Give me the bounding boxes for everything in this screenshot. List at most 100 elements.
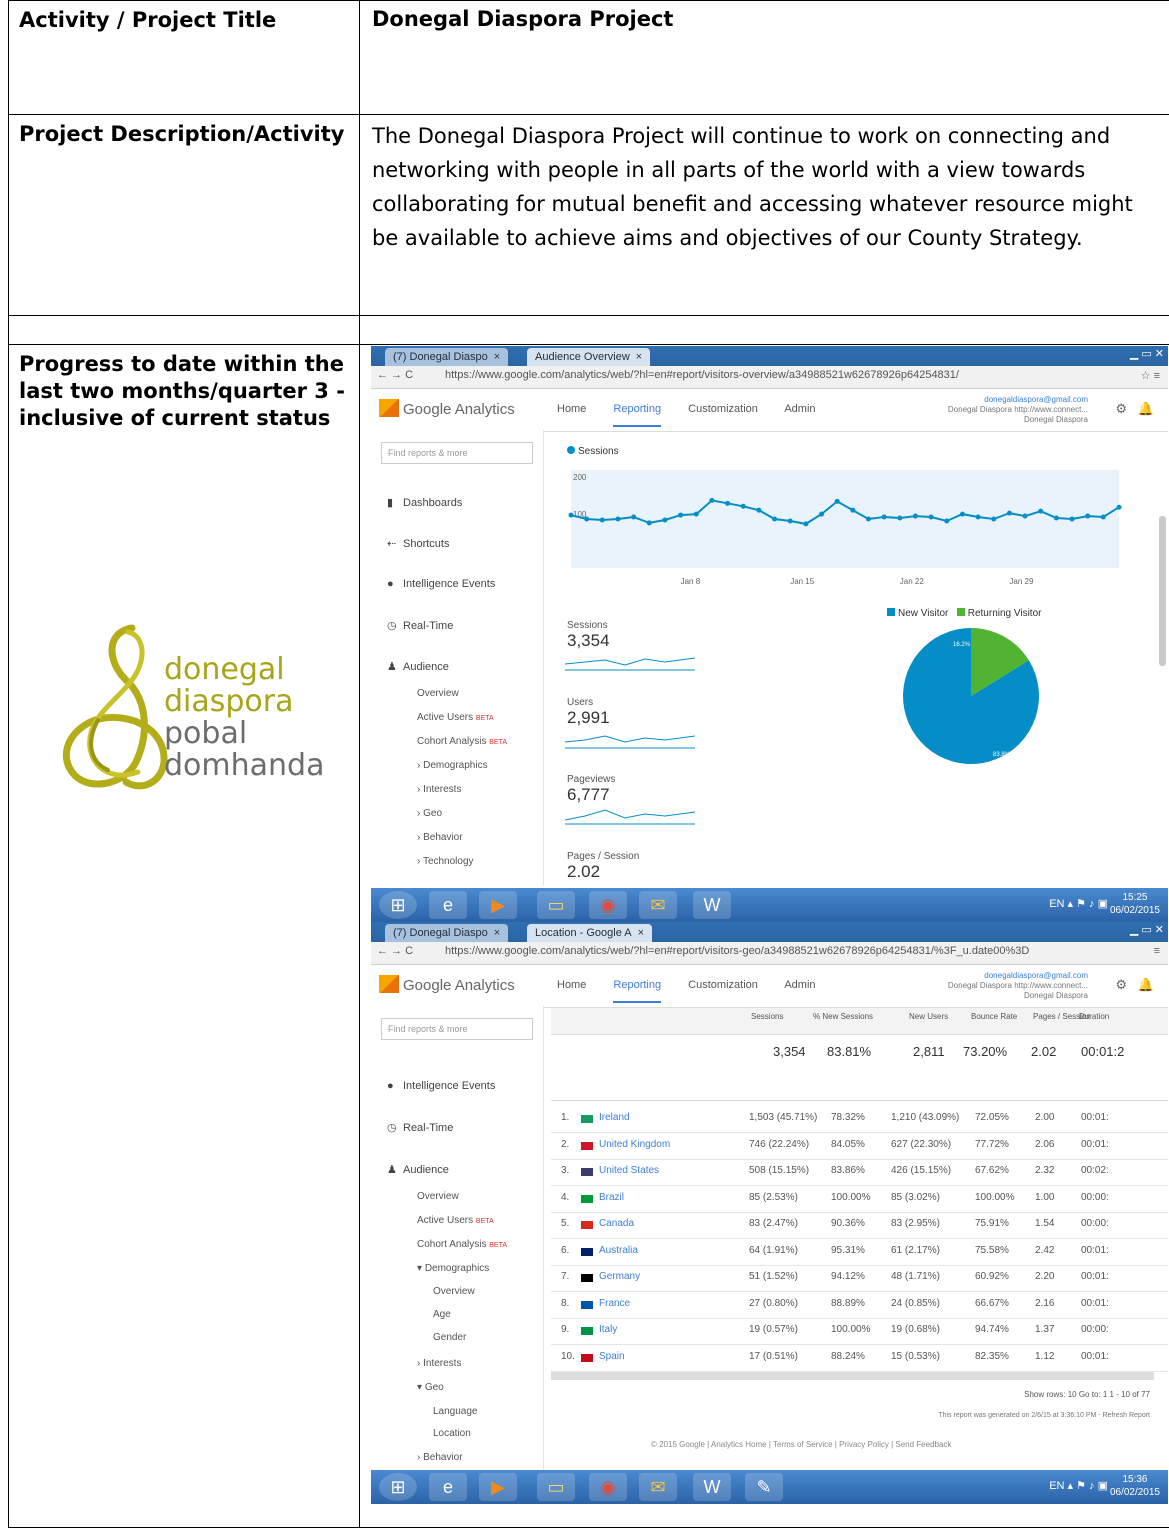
menu-reporting[interactable]: Reporting xyxy=(613,979,662,1003)
sidebar-sub-interests[interactable]: › Interests xyxy=(417,784,461,795)
table-row[interactable]: 6. Australia 64 (1.91%) 95.31% 61 (2.17%) 75.… xyxy=(551,1239,1168,1266)
sidebar-item-intelligence[interactable]: ● Intelligence Events xyxy=(387,578,495,590)
folder-icon[interactable]: ▭ xyxy=(537,1473,575,1501)
sidebar-sub-active-users[interactable]: Active Users BETA xyxy=(417,1215,494,1226)
sessions-point[interactable] xyxy=(678,512,684,518)
sidebar-item-audience[interactable]: ♟ Audience xyxy=(387,1163,449,1176)
menu-admin[interactable]: Admin xyxy=(784,403,815,415)
sidebar-sub-age[interactable]: Age xyxy=(433,1309,451,1320)
sidebar-sub-demographics[interactable]: › Demographics xyxy=(417,760,488,771)
ga-logo[interactable]: Google Analytics xyxy=(379,399,515,418)
sessions-point[interactable] xyxy=(1069,516,1075,522)
sidebar-sub-behavior[interactable]: › Behavior xyxy=(417,1452,463,1463)
system-tray[interactable]: EN ▴ ⚑ ♪ ▣ xyxy=(1049,897,1108,910)
clock[interactable]: 15:25 06/02/2015 xyxy=(1110,891,1160,917)
sidebar-item-realtime[interactable]: ◷ Real-Time xyxy=(387,1121,453,1134)
sessions-point[interactable] xyxy=(1006,510,1012,516)
sessions-point[interactable] xyxy=(1116,504,1122,510)
table-row[interactable]: 8. France 27 (0.80%) 88.89% 24 (0.85%) 66.67%… xyxy=(551,1292,1168,1319)
sidebar-sub-cohort[interactable]: Cohort Analysis BETA xyxy=(417,736,507,747)
sessions-point[interactable] xyxy=(740,503,746,509)
table-row[interactable]: 3. United States 508 (15.15%) 83.86% 426 (15… xyxy=(551,1159,1168,1186)
sessions-point[interactable] xyxy=(1038,508,1044,514)
sessions-point[interactable] xyxy=(1085,513,1091,519)
nav-arrows-icon[interactable]: ← → C xyxy=(377,369,413,381)
close-icon[interactable]: × xyxy=(638,927,644,939)
chrome-icon[interactable]: ◉ xyxy=(589,1473,627,1501)
browser-tab-location[interactable]: Location - Google A × xyxy=(527,924,653,942)
address-bar[interactable]: ← → C https://www.google.com/analytics/w… xyxy=(371,366,1168,389)
sessions-point[interactable] xyxy=(850,507,856,513)
sidebar-sub-location[interactable]: Location xyxy=(433,1428,471,1439)
start-icon[interactable]: ⊞ xyxy=(379,891,417,919)
sidebar-sub-gender[interactable]: Gender xyxy=(433,1332,466,1343)
col-sessions[interactable]: Sessions xyxy=(751,1012,783,1021)
menu-admin[interactable]: Admin xyxy=(784,979,815,991)
menu-customization[interactable]: Customization xyxy=(688,979,758,991)
sidebar-item-intelligence[interactable]: ● Intelligence Events xyxy=(387,1080,495,1092)
sessions-point[interactable] xyxy=(584,516,590,522)
menu-home[interactable]: Home xyxy=(557,403,586,415)
nav-arrows-icon[interactable]: ← → C xyxy=(377,945,413,957)
cell-country[interactable]: France xyxy=(599,1298,630,1309)
cell-country[interactable]: United Kingdom xyxy=(599,1139,670,1150)
cell-country[interactable]: Ireland xyxy=(599,1112,630,1123)
sessions-point[interactable] xyxy=(865,516,871,522)
sessions-point[interactable] xyxy=(756,507,762,513)
window-controls[interactable]: ▁ ▭ ✕ xyxy=(1130,347,1164,360)
sidebar-sub-language[interactable]: Language xyxy=(433,1406,478,1417)
media-icon[interactable]: ▶ xyxy=(479,891,517,919)
account-info[interactable]: donegaldiaspora@gmail.com Donegal Diaspo… xyxy=(948,395,1088,425)
sidebar-sub-geo[interactable]: › Geo xyxy=(417,808,442,819)
star-icon[interactable]: ☆ ≡ xyxy=(1141,369,1160,382)
sessions-point[interactable] xyxy=(1022,513,1028,519)
sidebar-item-audience[interactable]: ♟ Audience xyxy=(387,660,449,673)
sessions-point[interactable] xyxy=(599,517,605,523)
sidebar-item-realtime[interactable]: ◷ Real-Time xyxy=(387,619,453,632)
sidebar-sub-cohort[interactable]: Cohort Analysis BETA xyxy=(417,1239,507,1250)
system-tray[interactable]: EN ▴ ⚑ ♪ ▣ xyxy=(1049,1479,1108,1492)
sessions-point[interactable] xyxy=(693,511,699,517)
sessions-point[interactable] xyxy=(912,513,918,519)
mail-icon[interactable]: ✉ xyxy=(639,891,677,919)
sidebar-item-shortcuts[interactable]: ⇠ Shortcuts xyxy=(387,537,449,550)
scrollbar[interactable] xyxy=(1159,516,1166,666)
clock[interactable]: 15:36 06/02/2015 xyxy=(1110,1473,1160,1499)
sessions-point[interactable] xyxy=(787,518,793,524)
sidebar-sub-demographics[interactable]: ▾ Demographics xyxy=(417,1263,489,1274)
close-icon[interactable]: × xyxy=(636,351,642,363)
ie-icon[interactable]: e xyxy=(429,891,467,919)
sessions-point[interactable] xyxy=(897,515,903,521)
visitor-pie-chart[interactable]: 83.8% 16.2% xyxy=(901,626,1041,766)
address-bar[interactable]: ← → C https://www.google.com/analytics/w… xyxy=(371,942,1168,965)
table-row[interactable]: 10. Spain 17 (0.51%) 88.24% 15 (0.53%) 82.35%… xyxy=(551,1345,1168,1372)
sidebar-sub-geo[interactable]: ▾ Geo xyxy=(417,1382,444,1393)
media-icon[interactable]: ▶ xyxy=(479,1473,517,1501)
sidebar-sub-overview[interactable]: Overview xyxy=(417,1191,459,1202)
search-input[interactable]: Find reports & more xyxy=(381,1018,533,1040)
sessions-point[interactable] xyxy=(615,516,621,522)
menu-home[interactable]: Home xyxy=(557,979,586,991)
chrome-icon[interactable]: ◉ xyxy=(589,891,627,919)
gear-icon[interactable]: ⚙ xyxy=(1115,401,1127,416)
table-row[interactable]: 9. Italy 19 (0.57%) 100.00% 19 (0.68%) 94.74%… xyxy=(551,1318,1168,1345)
mail-icon[interactable]: ✉ xyxy=(639,1473,677,1501)
sidebar-sub-technology[interactable]: › Technology xyxy=(417,856,474,867)
window-controls[interactable]: ▁ ▭ ✕ xyxy=(1130,923,1164,936)
sidebar-sub-interests[interactable]: › Interests xyxy=(417,1358,461,1369)
sidebar-sub-overview[interactable]: Overview xyxy=(417,688,459,699)
cell-country[interactable]: Germany xyxy=(599,1271,640,1282)
table-row[interactable]: 2. United Kingdom 746 (22.24%) 84.05% 627 (2… xyxy=(551,1133,1168,1160)
cell-country[interactable]: Australia xyxy=(599,1245,638,1256)
sessions-point[interactable] xyxy=(991,516,997,522)
table-row[interactable]: 1. Ireland 1,503 (45.71%) 78.32% 1,210 (43.0… xyxy=(551,1106,1168,1133)
account-info[interactable]: donegaldiaspora@gmail.com Donegal Diaspo… xyxy=(948,971,1088,1001)
menu-reporting[interactable]: Reporting xyxy=(613,403,662,427)
cell-country[interactable]: Brazil xyxy=(599,1192,624,1203)
sessions-point[interactable] xyxy=(803,521,809,527)
close-icon[interactable]: × xyxy=(494,927,500,939)
sessions-point[interactable] xyxy=(1053,515,1059,521)
sessions-point[interactable] xyxy=(568,512,574,518)
table-row[interactable]: 4. Brazil 85 (2.53%) 100.00% 85 (3.02%) 100.0… xyxy=(551,1186,1168,1213)
bell-icon[interactable]: 🔔 xyxy=(1138,401,1154,416)
